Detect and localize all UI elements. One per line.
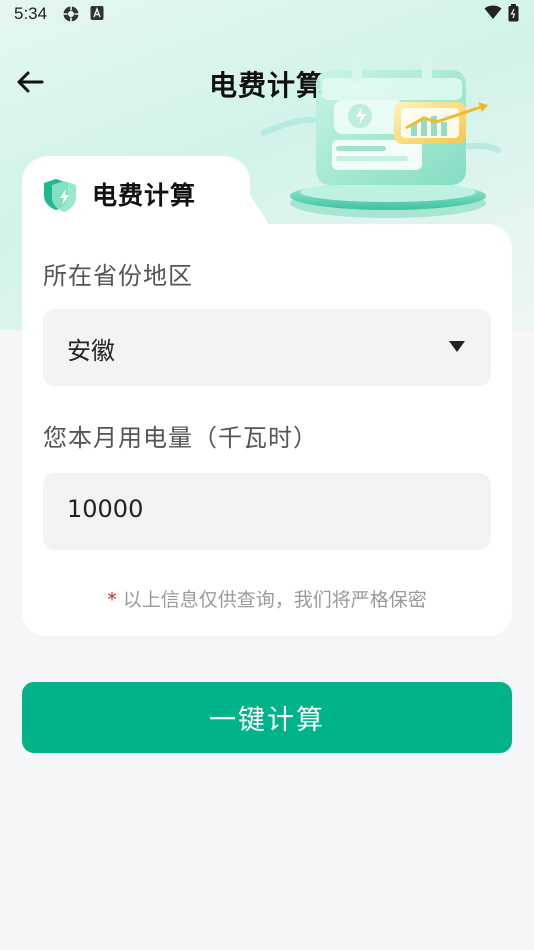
usage-value: 10000 (67, 495, 144, 523)
shield-lightning-icon (44, 179, 76, 212)
province-select[interactable]: 安徽 (43, 309, 491, 386)
app-notification-icon (90, 5, 104, 25)
calculator-illustration (256, 48, 506, 228)
card-title: 电费计算 (92, 181, 197, 210)
usage-input[interactable]: 10000 (43, 473, 491, 550)
required-star: * (107, 589, 117, 611)
settings-status-icon (62, 5, 80, 27)
privacy-notice-text: 以上信息仅供查询，我们将严格保密 (122, 589, 427, 611)
status-bar: 5:34 (0, 0, 534, 28)
dropdown-arrow-icon (449, 341, 465, 352)
status-time: 5:34 (14, 4, 48, 23)
province-value: 安徽 (67, 337, 115, 365)
calculate-button[interactable]: 一键计算 (22, 682, 512, 753)
calculate-button-label: 一键计算 (209, 705, 325, 736)
province-label: 所在省份地区 (43, 262, 193, 290)
wifi-icon (484, 5, 502, 24)
card-header: 电费计算 (42, 174, 196, 214)
battery-icon (508, 4, 519, 26)
privacy-notice: * 以上信息仅供查询，我们将严格保密 (0, 585, 534, 612)
usage-label: 您本月用电量（千瓦时） (43, 424, 318, 452)
